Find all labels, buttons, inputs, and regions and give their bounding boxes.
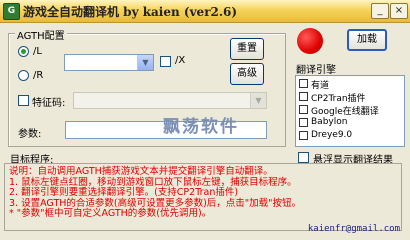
advanced-button[interactable]: 高级 — [230, 63, 264, 85]
app-icon: G — [3, 3, 20, 20]
agth-config-legend: AGTH配置 — [15, 27, 67, 42]
engine-checkbox[interactable] — [299, 131, 308, 140]
radio-l-label: /L — [33, 46, 42, 57]
feature-code-select[interactable]: ▼ — [73, 92, 267, 109]
chevron-down-icon[interactable]: ▼ — [250, 93, 266, 108]
watermark-text: 飘荡软件 — [163, 117, 239, 137]
agth-value-select[interactable]: ▼ — [64, 54, 154, 71]
engine-checkbox[interactable] — [299, 79, 308, 88]
engine-label: Google在线翻译 — [311, 107, 379, 117]
instruction-line: * "参数"框中可自定义AGTH的参数(优先调用)。 — [9, 208, 212, 219]
instructions-panel: 说明：自动调用AGTH捕获游戏文本并提交翻译引擎自动翻译。 1. 鼠标左键点红圈… — [4, 163, 402, 231]
checkbox-x[interactable] — [160, 56, 171, 67]
author-email: kaienfr@gmail.com — [307, 224, 400, 234]
engine-checkbox[interactable] — [299, 105, 308, 114]
feature-code-label: 特征码: — [32, 98, 66, 109]
instruction-line: 2. 翻译引擎则要重选择翻译引擎。(支持CP2Tran插件) — [9, 187, 239, 198]
engine-label: 有道 — [311, 81, 330, 91]
target-crosshair-icon[interactable] — [297, 28, 323, 54]
radio-r-label: /R — [33, 70, 44, 81]
checkbox-x-label: /X — [175, 55, 186, 66]
engine-checkbox[interactable] — [299, 92, 308, 101]
reset-button[interactable]: 重置 — [230, 38, 264, 60]
chevron-down-icon[interactable]: ▼ — [137, 55, 153, 70]
window-title: 游戏全自动翻译机 by kaien (ver2.6) — [23, 5, 238, 19]
engine-list[interactable]: 有道 CP2Tran插件 Google在线翻译 Babylon Dreye9.0 — [295, 75, 405, 147]
feature-code-checkbox[interactable] — [18, 95, 29, 106]
load-button[interactable]: 加载 — [347, 29, 387, 51]
title-bar: G 游戏全自动翻译机 by kaien (ver2.6) _ × — [0, 0, 410, 23]
hover-display-checkbox[interactable] — [298, 152, 309, 163]
engine-label: Babylon — [311, 117, 348, 127]
engine-checkbox[interactable] — [299, 118, 308, 127]
instruction-line: 说明：自动调用AGTH捕获游戏文本并提交翻译引擎自动翻译。 — [9, 166, 273, 177]
close-button[interactable]: × — [390, 3, 408, 19]
engine-label: CP2Tran插件 — [311, 94, 366, 104]
minimize-button[interactable]: _ — [371, 3, 389, 19]
radio-r[interactable] — [18, 70, 29, 81]
radio-l[interactable] — [18, 46, 29, 57]
params-label: 参数: — [18, 129, 42, 140]
engine-group-legend: 翻译引擎 — [296, 65, 336, 76]
engine-label: Dreye9.0 — [311, 130, 353, 140]
